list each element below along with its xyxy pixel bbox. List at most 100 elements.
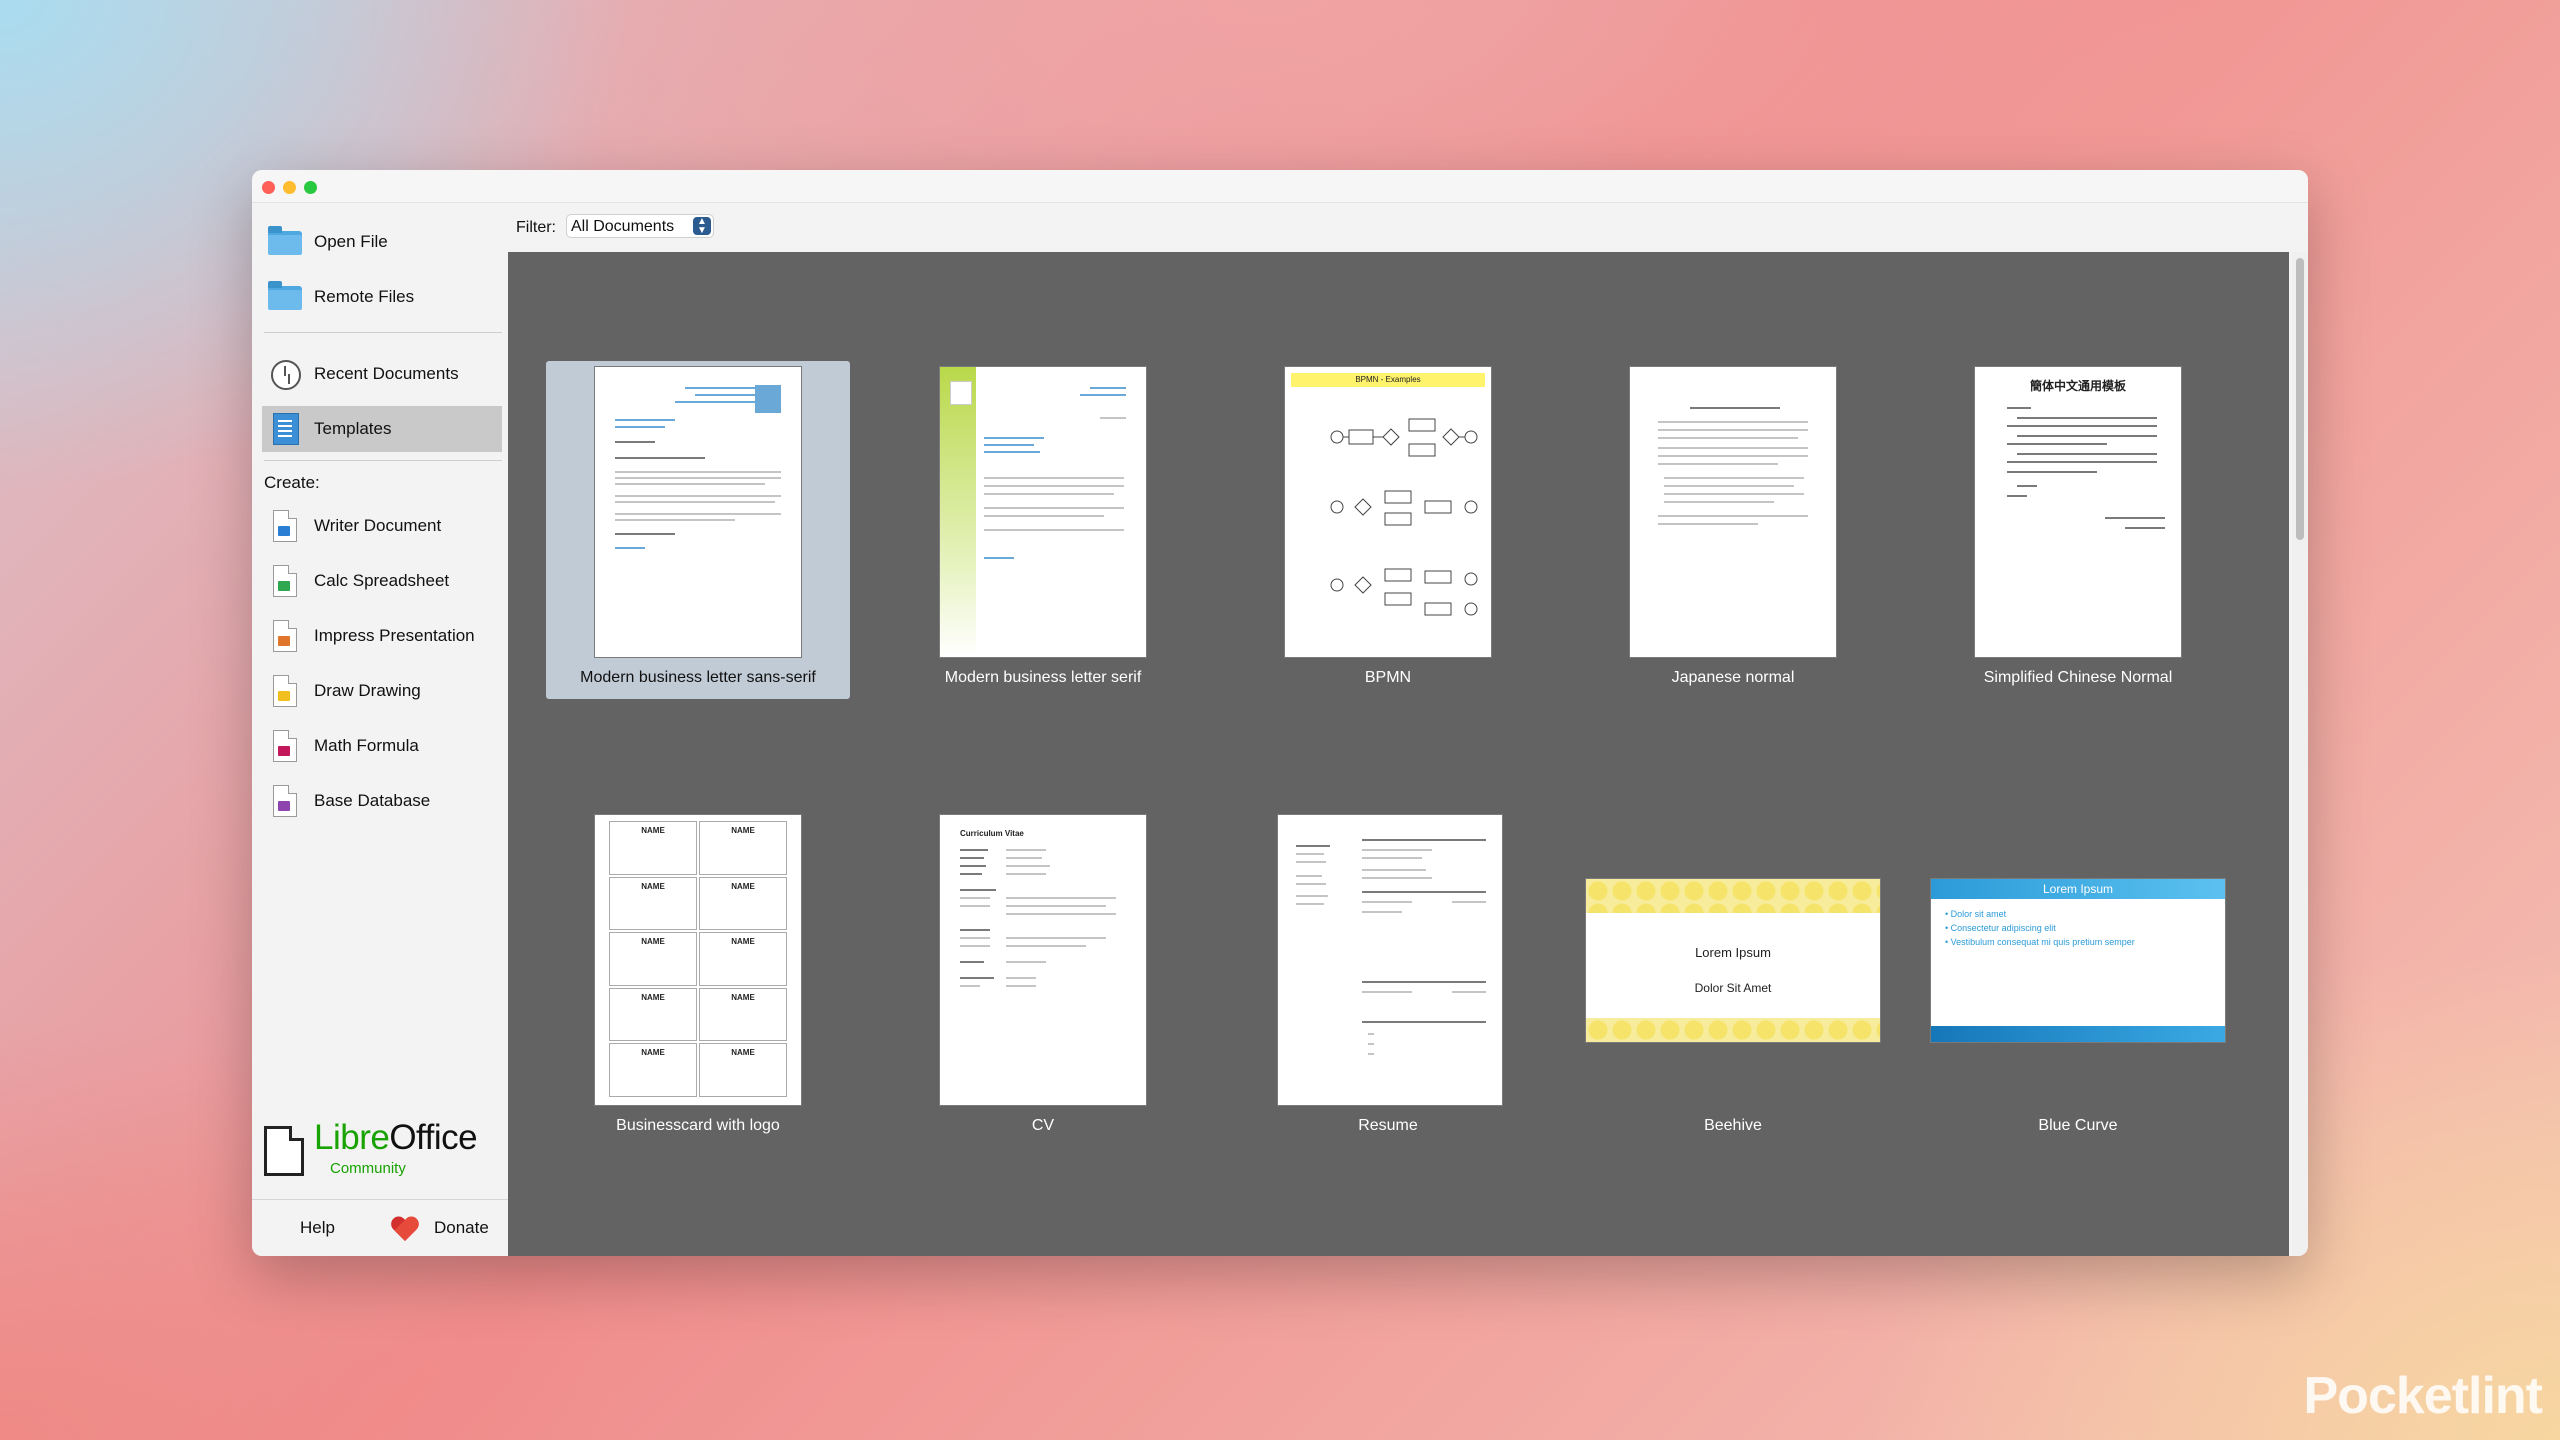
template-label: CV	[1031, 1117, 1055, 1134]
writer-icon	[268, 509, 302, 543]
create-impress-presentation-button[interactable]: Impress Presentation	[262, 613, 502, 659]
writer-document-label: Writer Document	[314, 516, 442, 535]
template-label: Modern business letter serif	[944, 669, 1142, 686]
donate-button[interactable]: Donate	[390, 1210, 489, 1246]
template-thumbnail: BPMN - Examples	[1285, 367, 1491, 657]
template-label: BPMN	[1364, 669, 1412, 686]
impress-presentation-label: Impress Presentation	[314, 626, 475, 645]
beehive-thumb-subtitle: Dolor Sit Amet	[1694, 981, 1772, 995]
blue-curve-bullet: • Dolor sit amet	[1945, 909, 2007, 919]
clock-icon	[268, 357, 302, 391]
create-heading: Create:	[264, 473, 320, 492]
recent-documents-button[interactable]: Recent Documents	[262, 351, 502, 397]
template-thumbnail: 簡体中文通用模板	[1975, 367, 2181, 657]
templates-button[interactable]: Templates	[262, 406, 502, 452]
template-thumbnail	[595, 367, 801, 657]
donate-label: Donate	[434, 1218, 489, 1237]
sidebar-footer: Help Donate	[252, 1199, 508, 1256]
recent-documents-label: Recent Documents	[314, 364, 459, 383]
logo-libre-text: Libre	[314, 1118, 390, 1157]
draw-drawing-label: Draw Drawing	[314, 681, 421, 700]
card-name: NAME	[609, 1043, 697, 1097]
card-name: NAME	[699, 987, 787, 1042]
math-icon	[268, 729, 302, 763]
bpmn-thumb-title: BPMN - Examples	[1291, 373, 1485, 387]
template-tile-businesscard-with-logo[interactable]: NAME NAME NAME NAME NAME NAME NAME NAME …	[546, 809, 850, 1147]
template-grid-scrollbar[interactable]	[2292, 252, 2308, 1256]
close-window-button[interactable]	[262, 181, 275, 194]
template-grid: Modern business letter sans-serif Modern…	[508, 252, 2289, 1256]
card-name: NAME	[609, 932, 697, 986]
impress-icon	[268, 619, 302, 653]
logo-community-text: Community	[330, 1160, 406, 1177]
create-writer-document-button[interactable]: Writer Document	[262, 503, 502, 549]
zoom-window-button[interactable]	[304, 181, 317, 194]
calc-icon	[268, 564, 302, 598]
template-tile-modern-business-letter-serif[interactable]: Modern business letter serif	[891, 361, 1195, 699]
blue-curve-bullet: • Consectetur adipiscing elit	[1945, 923, 2056, 933]
main-area: Filter: All Documents ▲ ▼ Modern busines…	[508, 203, 2308, 1256]
cv-thumb-title: Curriculum Vitae	[960, 829, 1024, 838]
blue-curve-bullet: • Vestibulum consequat mi quis pretium s…	[1945, 937, 2135, 947]
chinese-thumb-title: 簡体中文通用模板	[2029, 379, 2126, 393]
heart-icon	[390, 1213, 420, 1243]
template-tile-beehive[interactable]: Lorem Ipsum Dolor Sit Amet Beehive	[1581, 809, 1885, 1147]
template-tile-blue-curve[interactable]: Lorem Ipsum • Dolor sit amet • Consectet…	[1926, 809, 2230, 1147]
create-math-formula-button[interactable]: Math Formula	[262, 723, 502, 769]
sidebar: Open File Remote Files Recent Documents …	[252, 203, 508, 1256]
libreoffice-logo: LibreOffice Community	[264, 1118, 504, 1180]
logo-office-text: Office	[389, 1118, 478, 1157]
minimize-window-button[interactable]	[283, 181, 296, 194]
template-thumbnail: Lorem Ipsum • Dolor sit amet • Consectet…	[1931, 879, 2225, 1042]
create-calc-spreadsheet-button[interactable]: Calc Spreadsheet	[262, 558, 502, 604]
template-thumbnail: Curriculum Vitae	[940, 815, 1146, 1105]
open-file-label: Open File	[314, 232, 388, 251]
template-tile-cv[interactable]: Curriculum Vitae CV	[891, 809, 1195, 1147]
template-label: Modern business letter sans-serif	[580, 669, 816, 686]
card-name: NAME	[699, 1043, 787, 1097]
template-tile-simplified-chinese-normal[interactable]: 簡体中文通用模板 Simplified Chinese Normal	[1926, 361, 2230, 699]
card-name: NAME	[609, 987, 697, 1042]
chevron-updown-icon: ▲ ▼	[693, 217, 711, 236]
template-tile-japanese-normal[interactable]: Japanese normal	[1581, 361, 1885, 699]
templates-label: Templates	[314, 419, 392, 438]
template-tile-modern-business-letter-sans-serif[interactable]: Modern business letter sans-serif	[546, 361, 850, 699]
card-name: NAME	[699, 876, 787, 931]
create-draw-drawing-button[interactable]: Draw Drawing	[262, 668, 502, 714]
libreoffice-logo-icon	[264, 1126, 304, 1176]
template-label: Beehive	[1704, 1117, 1762, 1134]
remote-files-label: Remote Files	[314, 287, 415, 306]
template-thumbnail	[1630, 367, 1836, 657]
open-file-button[interactable]: Open File	[262, 219, 502, 265]
card-name: NAME	[609, 821, 697, 875]
filter-label: Filter:	[516, 219, 556, 236]
remote-files-button[interactable]: Remote Files	[262, 274, 502, 320]
base-database-label: Base Database	[314, 791, 431, 810]
scrollbar-thumb[interactable]	[2296, 258, 2304, 540]
template-thumbnail: NAME NAME NAME NAME NAME NAME NAME NAME …	[595, 815, 801, 1105]
card-name: NAME	[699, 821, 787, 875]
template-tile-resume[interactable]: Resume	[1236, 809, 1540, 1147]
blue-curve-thumb-title: Lorem Ipsum	[1931, 879, 2225, 899]
template-label: Blue Curve	[2038, 1117, 2118, 1134]
create-base-database-button[interactable]: Base Database	[262, 778, 502, 824]
remote-folder-icon	[268, 280, 302, 314]
pocketlint-watermark: Pocketlint	[2303, 1367, 2543, 1425]
folder-icon	[268, 225, 302, 259]
start-center-window: Open File Remote Files Recent Documents …	[252, 170, 2308, 1256]
template-tile-bpmn[interactable]: BPMN - Examples BPMN	[1236, 361, 1540, 699]
math-formula-label: Math Formula	[314, 736, 419, 755]
sidebar-divider	[264, 460, 502, 461]
card-name: NAME	[609, 876, 697, 931]
template-label: Businesscard with logo	[616, 1117, 780, 1134]
title-bar	[252, 170, 2308, 203]
filter-dropdown[interactable]: All Documents ▲ ▼	[566, 214, 714, 238]
template-label: Japanese normal	[1671, 669, 1795, 686]
help-button[interactable]: Help	[300, 1218, 335, 1238]
beehive-thumb-title: Lorem Ipsum	[1695, 945, 1771, 960]
card-name: NAME	[699, 932, 787, 986]
template-label: Resume	[1358, 1117, 1418, 1134]
calc-spreadsheet-label: Calc Spreadsheet	[314, 571, 450, 590]
draw-icon	[268, 674, 302, 708]
template-thumbnail	[940, 367, 1146, 657]
